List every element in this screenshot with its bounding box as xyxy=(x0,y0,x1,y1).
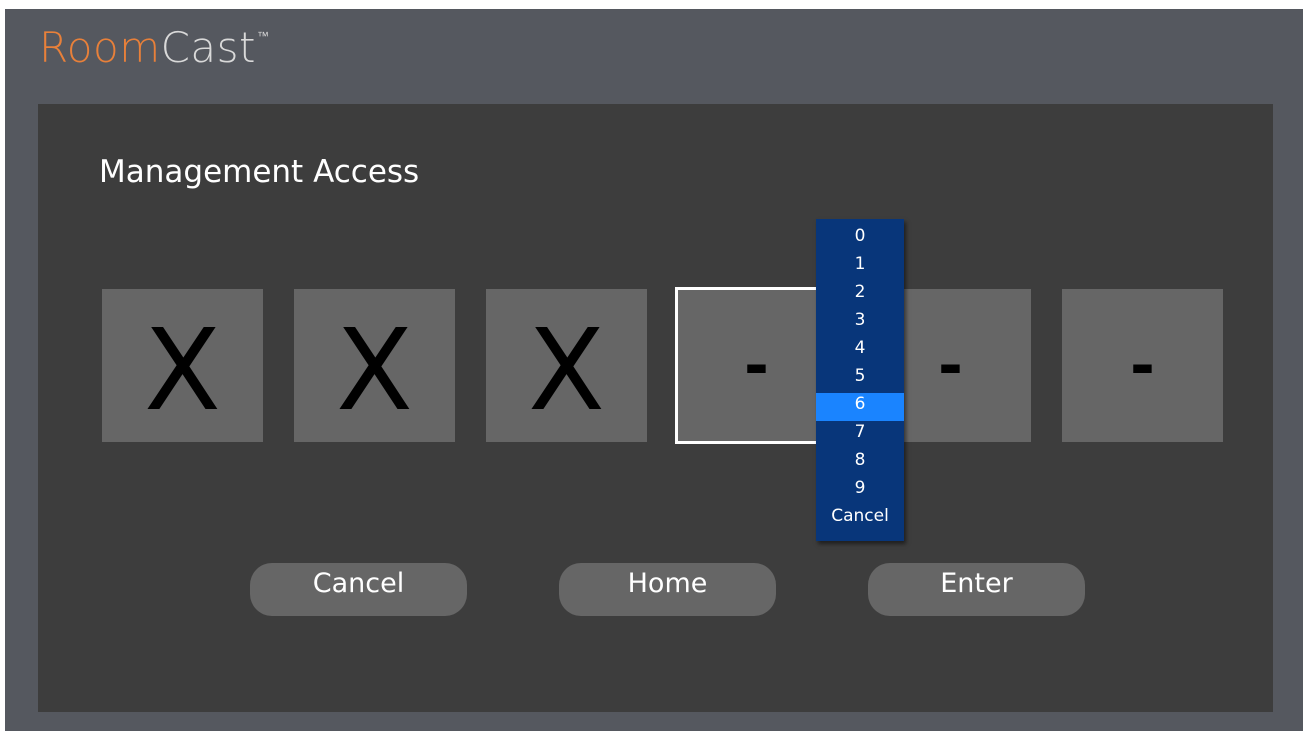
cancel-button[interactable]: Cancel xyxy=(250,563,467,616)
pin-slot-2[interactable]: X xyxy=(294,289,455,442)
digit-dropdown[interactable]: 0 1 2 3 4 5 6 7 8 9 Cancel xyxy=(816,219,904,541)
logo-room-text: Room xyxy=(39,23,161,72)
dropdown-option-1[interactable]: 1 xyxy=(816,253,904,281)
app-frame: RoomCast™ Management Access X X X - - - … xyxy=(5,9,1303,731)
enter-button[interactable]: Enter xyxy=(868,563,1085,616)
dropdown-option-9[interactable]: 9 xyxy=(816,477,904,505)
pin-slot-6[interactable]: - xyxy=(1062,289,1223,442)
dropdown-option-5[interactable]: 5 xyxy=(816,365,904,393)
dropdown-option-0[interactable]: 0 xyxy=(816,225,904,253)
dropdown-option-cancel[interactable]: Cancel xyxy=(816,505,904,529)
logo-cast-text: Cast xyxy=(160,23,257,72)
home-button[interactable]: Home xyxy=(559,563,776,616)
roomcast-logo: RoomCast™ xyxy=(39,23,269,83)
pin-slot-3[interactable]: X xyxy=(486,289,647,442)
dropdown-option-2[interactable]: 2 xyxy=(816,281,904,309)
pin-slot-1[interactable]: X xyxy=(102,289,263,442)
pin-slot-4[interactable]: - xyxy=(675,287,838,444)
management-access-panel: Management Access X X X - - - Cancel Hom… xyxy=(38,104,1273,712)
dropdown-option-3[interactable]: 3 xyxy=(816,309,904,337)
page-title: Management Access xyxy=(99,154,420,190)
dropdown-option-7[interactable]: 7 xyxy=(816,421,904,449)
dropdown-option-6[interactable]: 6 xyxy=(816,393,904,421)
dropdown-option-8[interactable]: 8 xyxy=(816,449,904,477)
logo-trademark: ™ xyxy=(257,29,270,43)
dropdown-option-4[interactable]: 4 xyxy=(816,337,904,365)
